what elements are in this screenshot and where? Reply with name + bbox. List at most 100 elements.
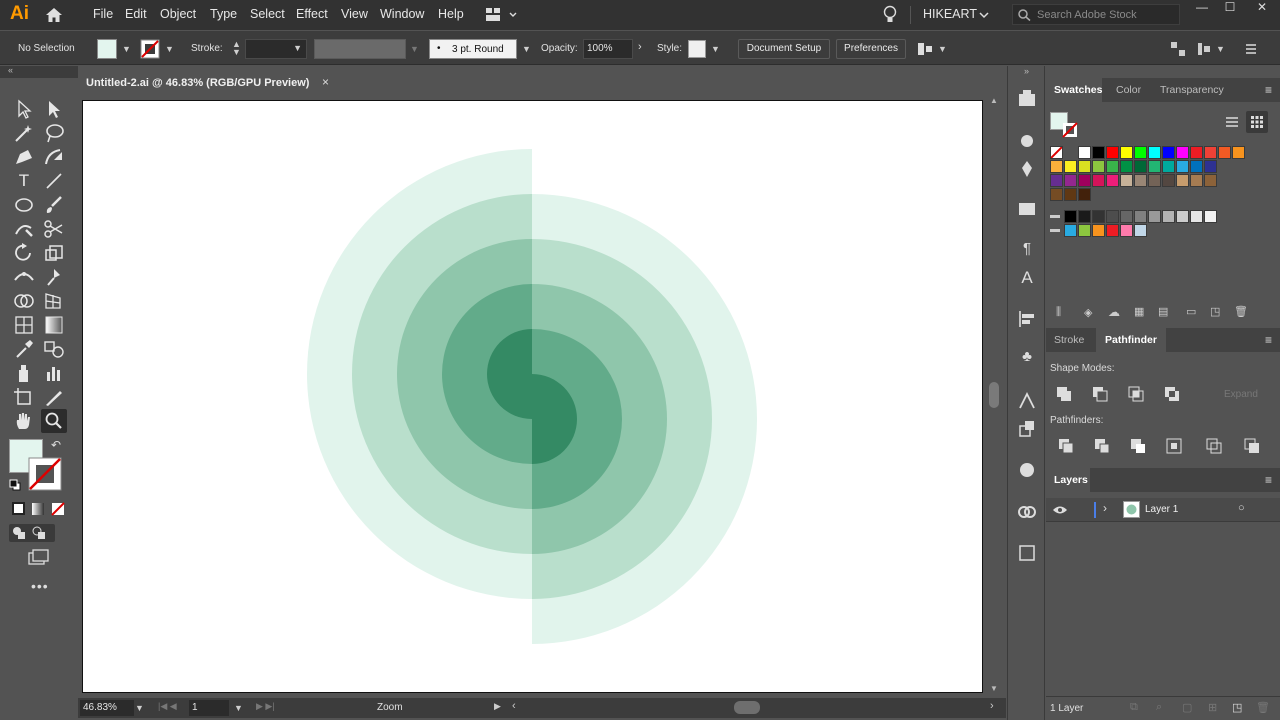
fill-swatch[interactable] — [97, 39, 117, 59]
brush-dropdown-icon[interactable]: ▼ — [522, 44, 531, 54]
stroke-stepper[interactable]: ▲ ▼ — [232, 40, 241, 57]
menu-object[interactable]: Object — [160, 7, 196, 21]
crop-icon[interactable] — [1166, 438, 1182, 454]
scroll-up-icon[interactable]: ▲ — [990, 96, 998, 105]
artboard[interactable] — [82, 100, 983, 693]
swatch[interactable] — [1078, 160, 1091, 173]
align-dropdown-icon[interactable]: ▼ — [938, 44, 947, 54]
show-kinds-icon[interactable]: ◈ — [1084, 306, 1092, 319]
new-swatch-icon[interactable]: ◳ — [1210, 305, 1220, 318]
delete-layer-icon[interactable]: 🗑 — [1256, 701, 1270, 714]
direct-selection-tool-icon[interactable] — [42, 98, 66, 120]
menu-icon[interactable] — [1243, 41, 1259, 57]
puppet-warp-icon[interactable] — [42, 266, 66, 288]
document-tab[interactable]: Untitled-2.ai @ 46.83% (RGB/GPU Preview)… — [78, 67, 338, 94]
tab-pathfinder[interactable]: Pathfinder — [1105, 334, 1157, 346]
align-panel-icon[interactable] — [1016, 308, 1038, 330]
color-group-folder-icon[interactable]: ▬ — [1050, 210, 1060, 221]
stroke-color-box[interactable] — [28, 457, 62, 491]
menu-window[interactable]: Window — [380, 7, 424, 21]
swatch[interactable] — [1176, 210, 1189, 223]
grid-view-button[interactable] — [1246, 111, 1268, 133]
swatch[interactable] — [1190, 210, 1203, 223]
last-artboard-icon[interactable]: ▶ ▶| — [256, 701, 275, 712]
arrange-icon[interactable] — [1196, 41, 1212, 57]
artboard-tool-icon[interactable] — [12, 386, 36, 408]
swatch[interactable] — [1064, 174, 1077, 187]
swatch[interactable] — [1078, 174, 1091, 187]
swatch[interactable] — [1120, 224, 1133, 237]
zoom-level-field[interactable]: 46.83% — [80, 700, 134, 716]
swatch[interactable] — [1204, 160, 1217, 173]
none-mode-icon[interactable] — [51, 502, 65, 516]
menu-effect[interactable]: Effect — [296, 7, 328, 21]
spiral-artwork[interactable] — [83, 101, 984, 694]
appearance-icon[interactable] — [1016, 390, 1038, 412]
swatch[interactable] — [1204, 146, 1217, 159]
swatch[interactable] — [1120, 160, 1133, 173]
expand-layer-chevron-icon[interactable]: › — [1103, 501, 1107, 515]
swatch[interactable] — [1218, 146, 1231, 159]
swatch[interactable] — [1092, 210, 1105, 223]
swatch[interactable] — [1148, 210, 1161, 223]
stock-search-field[interactable]: Search Adobe Stock — [1012, 4, 1180, 25]
swatch[interactable] — [1106, 224, 1119, 237]
swatch[interactable] — [1120, 174, 1133, 187]
swatch[interactable] — [1050, 188, 1063, 201]
shape-builder-icon[interactable] — [12, 290, 36, 312]
brushes-icon[interactable] — [1016, 130, 1038, 152]
variable-width-profile[interactable] — [314, 39, 406, 59]
isolate-icon[interactable] — [1170, 41, 1186, 57]
new-color-group-icon[interactable]: ▤ — [1158, 305, 1168, 318]
color-group-folder-icon[interactable]: ▬ — [1050, 224, 1060, 235]
swatch[interactable] — [1078, 188, 1091, 201]
swatch[interactable] — [1064, 224, 1077, 237]
rotate-tool-icon[interactable] — [12, 242, 36, 264]
panel-menu-icon[interactable]: ≡ — [1265, 333, 1272, 347]
blend-tool-icon[interactable] — [42, 338, 66, 360]
layer-name[interactable]: Layer 1 — [1145, 504, 1178, 515]
tab-layers[interactable]: Layers — [1054, 474, 1088, 486]
swatch[interactable] — [1148, 174, 1161, 187]
arrange-dropdown-icon[interactable]: ▼ — [1216, 44, 1225, 54]
tab-transparency[interactable]: Transparency — [1160, 84, 1224, 96]
swatch[interactable] — [1204, 174, 1217, 187]
symbol-sprayer-icon[interactable] — [12, 362, 36, 384]
menu-edit[interactable]: Edit — [125, 7, 147, 21]
swatch[interactable] — [1092, 146, 1105, 159]
menu-view[interactable]: View — [341, 7, 368, 21]
scroll-right-icon[interactable]: › — [990, 700, 994, 712]
horizontal-scroll-thumb[interactable] — [734, 701, 760, 714]
swatch[interactable] — [1120, 210, 1133, 223]
layer-row[interactable]: › Layer 1 ○ — [1046, 498, 1280, 522]
swatch-options-icon[interactable]: ▦ — [1134, 305, 1144, 318]
intersect-icon[interactable] — [1128, 386, 1144, 402]
transform-icon[interactable] — [1016, 418, 1038, 440]
libraries-icon[interactable] — [1016, 88, 1038, 110]
preferences-button[interactable]: Preferences — [836, 39, 906, 59]
trim-icon[interactable] — [1094, 438, 1110, 454]
lightbulb-icon[interactable] — [882, 5, 898, 25]
new-folder-icon[interactable]: ▭ — [1186, 305, 1196, 318]
swatch-libraries-icon[interactable]: ⫼ — [1056, 306, 1061, 319]
gradient-tool-icon[interactable] — [42, 314, 66, 336]
color-guide-icon[interactable] — [1016, 459, 1038, 481]
first-artboard-icon[interactable]: |◀ ◀ — [158, 701, 177, 712]
status-menu-icon[interactable]: ▶ — [494, 701, 501, 712]
new-sublayer-icon[interactable]: ⊞ — [1208, 701, 1217, 714]
swatch[interactable] — [1106, 174, 1119, 187]
swatch[interactable] — [1092, 174, 1105, 187]
swatch[interactable] — [1190, 146, 1203, 159]
zoom-dropdown-icon[interactable]: ▼ — [135, 703, 144, 713]
eyedropper-icon[interactable] — [12, 338, 36, 360]
chevron-down-icon[interactable] — [979, 10, 989, 20]
swatch[interactable] — [1176, 146, 1189, 159]
target-circle-icon[interactable]: ○ — [1238, 502, 1245, 514]
scroll-left-icon[interactable]: ‹ — [512, 700, 516, 712]
swap-fill-stroke-icon[interactable]: ↶ — [51, 438, 61, 452]
more-tools-icon[interactable]: ••• — [31, 578, 49, 594]
swatch[interactable] — [1092, 224, 1105, 237]
swatch[interactable] — [1064, 160, 1077, 173]
gradient-mode-icon[interactable] — [31, 502, 45, 516]
perspective-grid-icon[interactable] — [42, 290, 66, 312]
